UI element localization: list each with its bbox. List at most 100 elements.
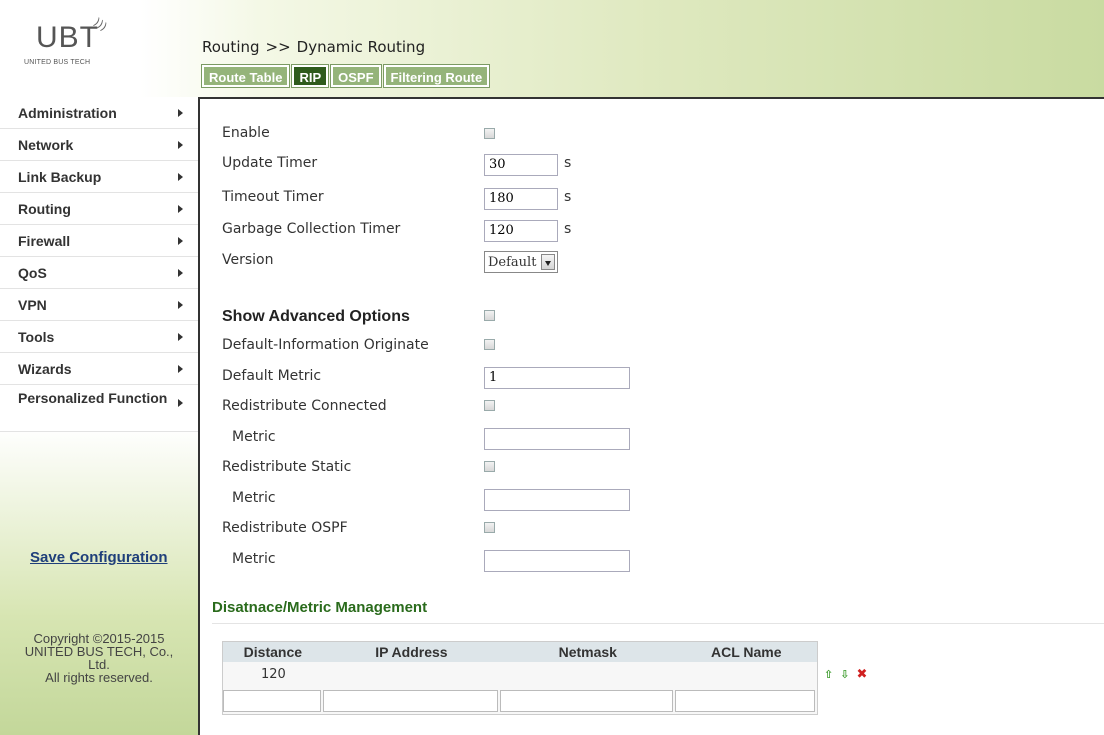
new-distance-input[interactable] [223, 690, 321, 712]
sidebar-item-label: Link Backup [18, 168, 102, 185]
row-actions: ⇧ ⇩ ✖ [824, 668, 867, 681]
default-metric-label: Default Metric [222, 368, 322, 384]
chevron-right-icon [178, 332, 183, 341]
new-acl-name-input[interactable] [675, 690, 816, 712]
garbage-timer-label: Garbage Collection Timer [222, 221, 401, 237]
advanced-options-label: Show Advanced Options [222, 308, 410, 325]
version-selected: Default [488, 254, 537, 270]
redist-ospf-metric-input[interactable] [484, 550, 630, 572]
redist-connected-metric-label: Metric [232, 429, 276, 445]
breadcrumb-section: Routing [202, 38, 260, 56]
sidebar-item-label: Personalized Function [18, 390, 168, 406]
redist-ospf-label: Redistribute OSPF [222, 520, 348, 536]
chevron-right-icon [178, 236, 183, 245]
sidebar-item-administration[interactable]: Administration [0, 97, 198, 129]
chevron-right-icon [178, 140, 183, 149]
sidebar-item-vpn[interactable]: VPN [0, 289, 198, 321]
garbage-timer-unit: s [564, 221, 572, 237]
move-up-icon[interactable]: ⇧ [824, 669, 833, 680]
tab-route-table[interactable]: Route Table [200, 64, 291, 88]
sidebar-item-label: Tools [18, 328, 55, 345]
distance-metric-table: Distance IP Address Netmask ACL Name 120 [222, 641, 818, 715]
update-timer-unit: s [564, 155, 572, 171]
header: UBT ))) UNITED BUS TECH Routing >> Dynamic… [0, 0, 1104, 97]
chevron-right-icon [178, 108, 183, 117]
enable-checkbox[interactable] [484, 128, 495, 139]
table-row[interactable]: 120 [223, 662, 817, 686]
sidebar: Administration Network Link Backup Routi… [0, 97, 200, 735]
default-info-checkbox[interactable] [484, 339, 495, 350]
tab-rip[interactable]: RIP [291, 64, 330, 88]
sidebar-item-network[interactable]: Network [0, 129, 198, 161]
redist-static-checkbox[interactable] [484, 461, 495, 472]
sidebar-item-label: Administration [18, 104, 117, 121]
garbage-timer-input[interactable]: 120 [484, 220, 558, 242]
advanced-options-checkbox[interactable] [484, 310, 495, 321]
sidebar-item-label: Wizards [18, 360, 72, 377]
redist-connected-metric-input[interactable] [484, 428, 630, 450]
timeout-timer-unit: s [564, 189, 572, 205]
sidebar-item-label: Routing [18, 200, 71, 217]
logo-mark: UBT [36, 21, 99, 54]
chevron-right-icon [178, 172, 183, 181]
column-header-ip-address: IP Address [375, 644, 448, 660]
section-divider [212, 623, 1104, 624]
redist-ospf-metric-label: Metric [232, 551, 276, 567]
new-ip-address-input[interactable] [322, 690, 499, 712]
logo: UBT ))) UNITED BUS TECH [24, 15, 154, 72]
table-header: Distance IP Address Netmask ACL Name [223, 642, 817, 662]
redist-static-metric-label: Metric [232, 490, 276, 506]
redist-ospf-checkbox[interactable] [484, 522, 495, 533]
enable-label: Enable [222, 125, 270, 141]
delete-icon[interactable]: ✖ [856, 668, 867, 681]
chevron-right-icon [178, 204, 183, 213]
column-header-distance: Distance [243, 644, 303, 660]
version-label: Version [222, 252, 274, 268]
redist-connected-label: Redistribute Connected [222, 398, 387, 414]
sidebar-item-link-backup[interactable]: Link Backup [0, 161, 198, 193]
tab-bar: Route Table RIP OSPF Filtering Route [200, 64, 492, 88]
save-configuration-link[interactable]: Save Configuration [30, 549, 168, 566]
sidebar-item-firewall[interactable]: Firewall [0, 225, 198, 257]
logo-subtitle: UNITED BUS TECH [24, 59, 91, 66]
breadcrumb: Routing >> Dynamic Routing [202, 38, 425, 56]
sidebar-item-routing[interactable]: Routing [0, 193, 198, 225]
sidebar-item-label: Network [18, 136, 74, 153]
cell-distance: 120 [261, 666, 286, 682]
chevron-right-icon [178, 300, 183, 309]
copyright-line: All rights reserved. [45, 670, 153, 685]
distance-metric-section-title: Disatnace/Metric Management [212, 599, 428, 616]
tab-filtering-route[interactable]: Filtering Route [382, 64, 491, 88]
default-info-label: Default-Information Originate [222, 337, 429, 353]
timeout-timer-label: Timeout Timer [222, 189, 324, 205]
redist-static-metric-input[interactable] [484, 489, 630, 511]
redist-static-label: Redistribute Static [222, 459, 352, 475]
breadcrumb-page: Dynamic Routing [296, 38, 426, 56]
copyright: Copyright ©2015-2015 UNITED BUS TECH, Co… [0, 632, 198, 684]
redist-connected-checkbox[interactable] [484, 400, 495, 411]
chevron-right-icon [178, 268, 183, 277]
default-metric-input[interactable]: 1 [484, 367, 630, 389]
sidebar-item-personalized-function[interactable]: Personalized Function [0, 385, 198, 432]
version-select[interactable]: Default [484, 251, 558, 273]
chevron-down-icon[interactable] [541, 254, 555, 270]
column-header-acl-name: ACL Name [710, 644, 782, 660]
new-netmask-input[interactable] [500, 690, 674, 712]
timeout-timer-input[interactable]: 180 [484, 188, 558, 210]
sidebar-item-wizards[interactable]: Wizards [0, 353, 198, 385]
update-timer-input[interactable]: 30 [484, 154, 558, 176]
chevron-right-icon [178, 399, 183, 407]
sidebar-item-label: QoS [18, 264, 47, 281]
table-input-row [223, 686, 817, 714]
sidebar-item-tools[interactable]: Tools [0, 321, 198, 353]
sidebar-item-label: VPN [18, 296, 47, 313]
chevron-right-icon [178, 364, 183, 373]
update-timer-label: Update Timer [222, 155, 318, 171]
breadcrumb-separator: >> [265, 38, 291, 56]
column-header-netmask: Netmask [558, 644, 617, 660]
sidebar-item-qos[interactable]: QoS [0, 257, 198, 289]
tab-ospf[interactable]: OSPF [330, 64, 382, 88]
main-content: Enable Update Timer 30 s Timeout Timer 1… [200, 97, 1104, 735]
sidebar-item-label: Firewall [18, 232, 71, 249]
move-down-icon[interactable]: ⇩ [840, 669, 849, 680]
